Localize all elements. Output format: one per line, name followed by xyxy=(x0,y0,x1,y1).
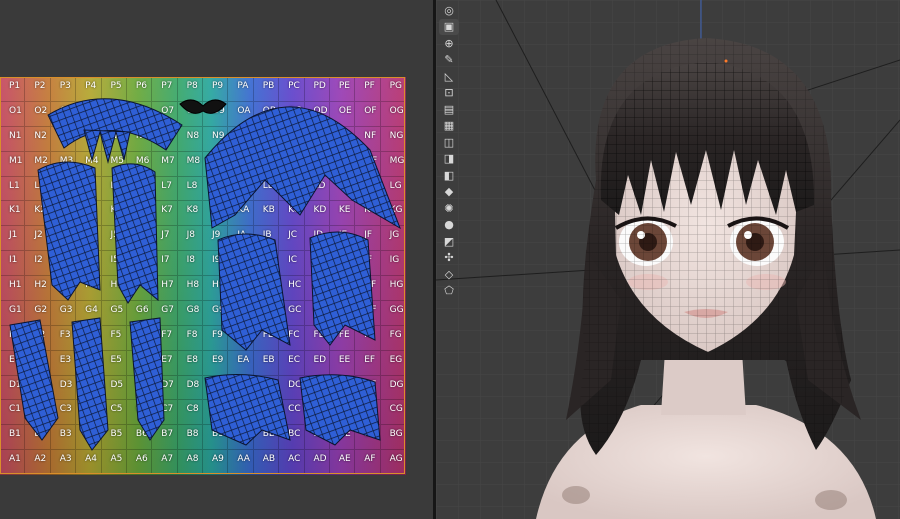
uv-bounds-frame xyxy=(0,77,405,474)
loop-cut-icon[interactable]: ◨ xyxy=(439,151,459,167)
box-select-icon[interactable]: ▣ xyxy=(439,18,459,35)
3d-viewport[interactable] xyxy=(436,0,900,519)
spin-icon[interactable]: ✺ xyxy=(439,200,459,216)
shear-icon[interactable]: ◇ xyxy=(439,266,459,282)
viewport-scene xyxy=(436,0,900,519)
poly-build-icon[interactable]: ◆ xyxy=(439,184,459,200)
shrink-fatten-icon[interactable]: ✣ xyxy=(439,250,459,266)
smooth-icon[interactable]: ● xyxy=(439,217,459,233)
bevel-icon[interactable]: ◫ xyxy=(439,134,459,150)
rip-region-icon[interactable]: ⬠ xyxy=(439,283,459,299)
measure-icon[interactable]: ◺ xyxy=(439,68,459,84)
edge-slide-icon[interactable]: ◩ xyxy=(439,233,459,249)
inset-icon[interactable]: ▦ xyxy=(439,118,459,134)
knife-icon[interactable]: ◧ xyxy=(439,167,459,183)
uv-editor[interactable]: P1P2P3P4P5P6P7P8P9PAPBPCPDPEPFPGO1O2O3O4… xyxy=(0,0,433,519)
tool-shelf: ◎ ▣ ⊕ ✎ ◺ ⊡ ▤ ▦ ◫ ◨ ◧ ◆ ✺ ● ◩ ✣ ◇ ⬠ xyxy=(439,0,459,310)
cursor-icon[interactable]: ◎ xyxy=(439,2,459,18)
origin-point xyxy=(724,59,728,63)
annotate-icon[interactable]: ✎ xyxy=(439,52,459,68)
add-cube-icon[interactable]: ⊡ xyxy=(439,85,459,101)
transform-icon[interactable]: ⊕ xyxy=(439,35,459,51)
extrude-icon[interactable]: ▤ xyxy=(439,101,459,117)
